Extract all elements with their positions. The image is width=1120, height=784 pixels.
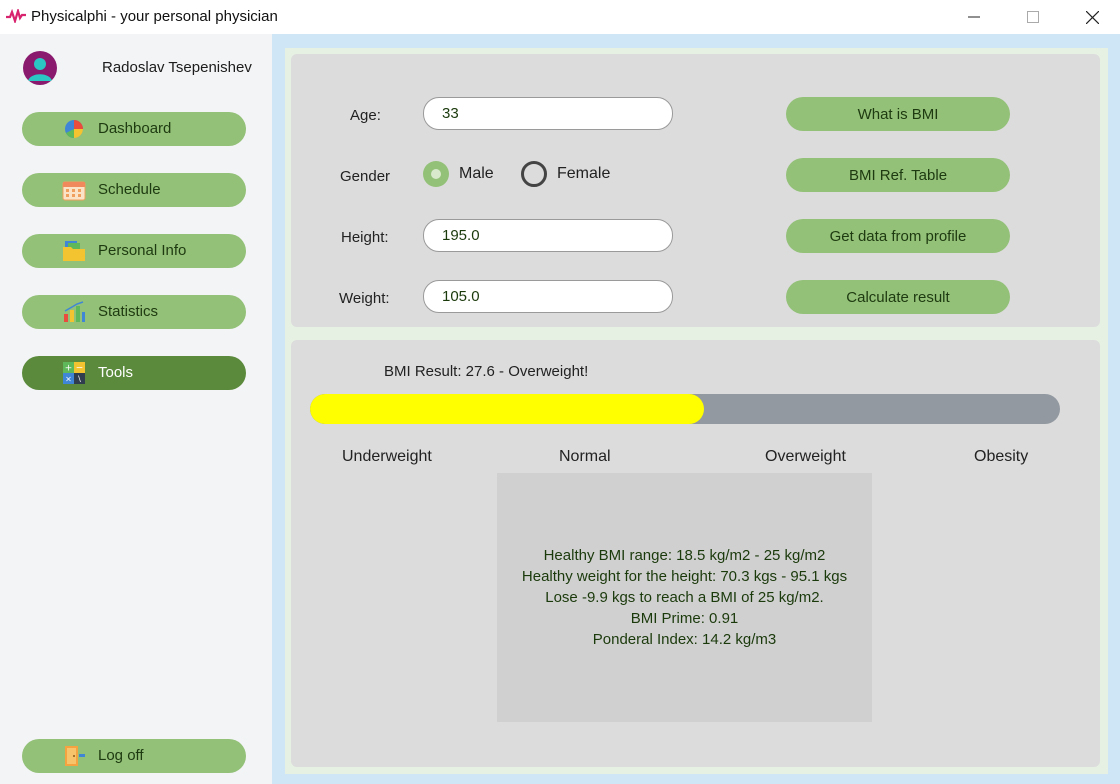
svg-text:+: +	[65, 364, 73, 374]
logoff-button[interactable]: Log off	[22, 739, 246, 773]
pie-chart-icon	[65, 120, 83, 138]
weight-input[interactable]	[423, 280, 673, 313]
sidebar-item-label: Dashboard	[98, 120, 172, 137]
age-input[interactable]	[423, 97, 673, 130]
sidebar-item-label: Personal Info	[98, 242, 187, 259]
what-is-bmi-button[interactable]: What is BMI	[786, 97, 1010, 131]
gender-label: Gender	[340, 168, 391, 185]
app-logo-icon	[6, 9, 26, 23]
minimize-icon	[968, 16, 980, 18]
bmi-details-box: Healthy BMI range: 18.5 kg/m2 - 25 kg/m2…	[497, 473, 872, 722]
ponderal-index: Ponderal Index: 14.2 kg/m3	[592, 631, 777, 648]
sidebar-item-personal-info[interactable]: Personal Info	[22, 234, 246, 268]
bmi-progress-bar	[310, 394, 1060, 424]
bar-chart-icon	[64, 301, 85, 322]
close-icon	[1085, 10, 1099, 24]
svg-text:×: ×	[65, 375, 72, 384]
scale-label-obesity: Obesity	[974, 448, 1029, 465]
healthy-weight-range: Healthy weight for the height: 70.3 kgs …	[521, 568, 848, 585]
window-title: Physicalphi - your personal physician	[31, 8, 278, 25]
maximize-icon	[1027, 11, 1039, 23]
logoff-label: Log off	[98, 747, 144, 764]
gender-female-radio[interactable]	[521, 161, 547, 187]
svg-text:−: −	[76, 364, 84, 374]
height-label: Height:	[341, 229, 389, 246]
healthy-bmi-range: Healthy BMI range: 18.5 kg/m2 - 25 kg/m2	[543, 547, 826, 564]
sidebar-item-label: Tools	[98, 364, 134, 381]
svg-text:\: \	[78, 375, 81, 384]
get-data-from-profile-button[interactable]: Get data from profile	[786, 219, 1010, 253]
sidebar-item-dashboard[interactable]: Dashboard	[22, 112, 246, 146]
calculator-icon: + − × \	[63, 362, 85, 384]
bmi-ref-table-button[interactable]: BMI Ref. Table	[786, 158, 1010, 192]
sidebar-item-label: Statistics	[98, 303, 159, 320]
maximize-button[interactable]	[1010, 0, 1056, 34]
bmi-progress-fill	[310, 394, 704, 424]
scale-label-normal: Normal	[559, 448, 611, 465]
avatar[interactable]	[23, 51, 57, 85]
folder-icon	[63, 241, 85, 261]
close-button[interactable]	[1069, 0, 1115, 34]
calendar-icon	[62, 181, 86, 201]
age-label: Age:	[350, 107, 381, 124]
title-bar: Physicalphi - your personal physician	[0, 0, 1120, 34]
sidebar-item-label: Schedule	[98, 181, 161, 198]
sidebar-item-schedule[interactable]: Schedule	[22, 173, 246, 207]
exit-door-icon	[65, 746, 85, 766]
gender-female-label: Female	[557, 165, 611, 182]
bmi-prime: BMI Prime: 0.91	[630, 610, 739, 627]
scale-label-underweight: Underweight	[342, 448, 432, 465]
bmi-result-text: BMI Result: 27.6 - Overweight!	[384, 363, 589, 380]
scale-label-overweight: Overweight	[765, 448, 846, 465]
gender-male-radio[interactable]	[423, 161, 449, 187]
user-avatar-icon	[28, 58, 52, 81]
minimize-button[interactable]	[951, 0, 997, 34]
sidebar: Radoslav Tsepenishev Dashboard Schedule …	[0, 34, 272, 784]
sidebar-item-tools[interactable]: + − × \ Tools	[22, 356, 246, 390]
gender-male-label: Male	[459, 165, 494, 182]
sidebar-item-statistics[interactable]: Statistics	[22, 295, 246, 329]
username: Radoslav Tsepenishev	[102, 59, 252, 76]
calculate-result-button[interactable]: Calculate result	[786, 280, 1010, 314]
weight-to-lose: Lose -9.9 kgs to reach a BMI of 25 kg/m2…	[545, 589, 824, 606]
weight-label: Weight:	[339, 290, 390, 307]
height-input[interactable]	[423, 219, 673, 252]
